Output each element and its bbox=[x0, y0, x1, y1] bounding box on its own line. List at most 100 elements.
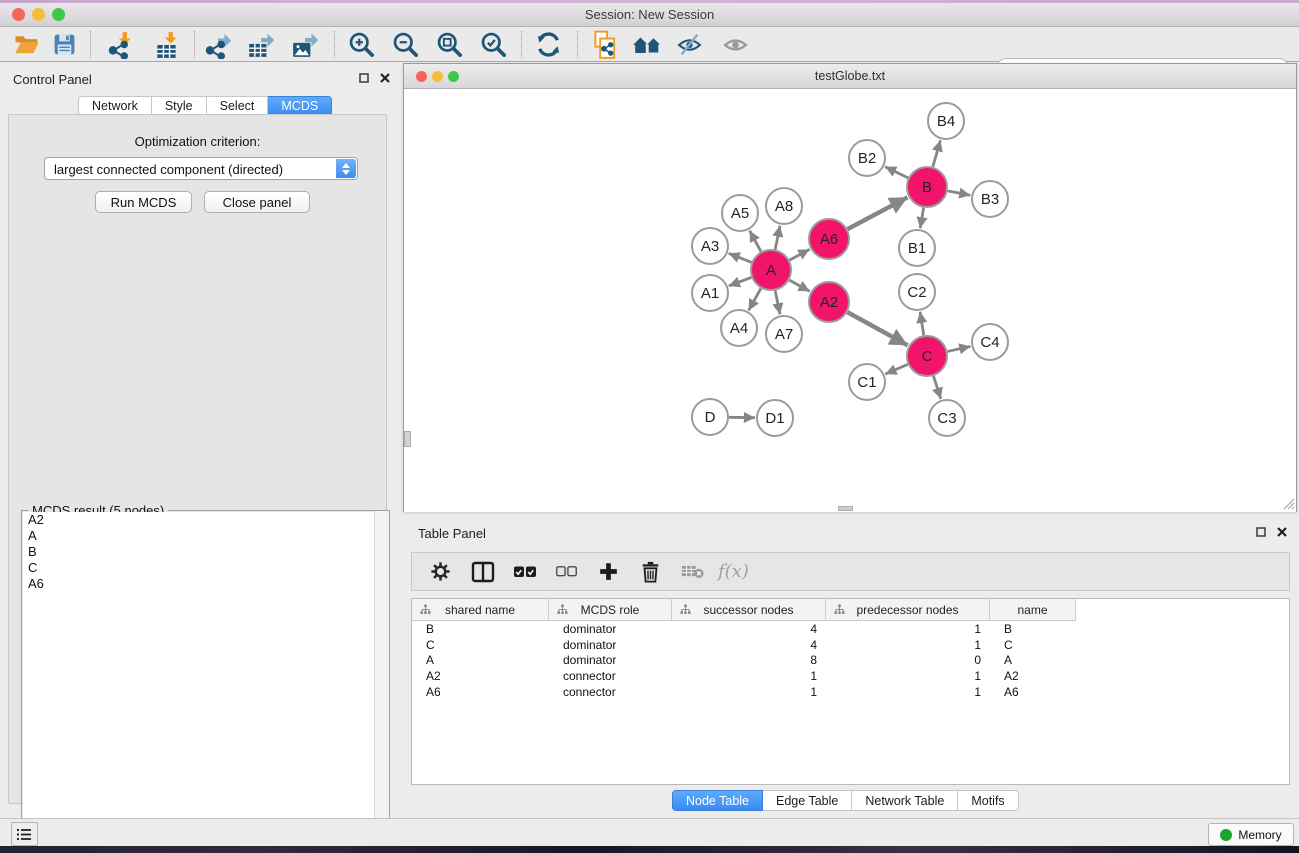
window-resize-handle[interactable] bbox=[1282, 497, 1295, 510]
column-header-MCDS-role[interactable]: MCDS role bbox=[549, 599, 672, 621]
graph-edge-B-B1[interactable] bbox=[920, 208, 923, 229]
export-image-button[interactable] bbox=[288, 30, 322, 59]
result-scrollbar[interactable] bbox=[374, 511, 389, 846]
graph-node-A5[interactable]: A5 bbox=[722, 195, 758, 231]
graph-node-D[interactable]: D bbox=[692, 399, 728, 435]
tab-edge-table[interactable]: Edge Table bbox=[763, 790, 852, 811]
graph-edge-A2-C[interactable] bbox=[847, 312, 907, 345]
zoom-selected-button[interactable] bbox=[476, 30, 510, 59]
table-row-A[interactable]: Adominator80A bbox=[412, 653, 1289, 669]
graph-edge-C-C1[interactable] bbox=[885, 364, 907, 374]
table-panel-close-button[interactable] bbox=[1275, 525, 1289, 539]
zoom-out-button[interactable] bbox=[388, 30, 422, 59]
export-network-button[interactable] bbox=[201, 30, 235, 59]
add-column-button[interactable] bbox=[595, 558, 622, 585]
network-vertical-scrollbar[interactable] bbox=[404, 431, 411, 447]
graph-edge-B-B2[interactable] bbox=[885, 167, 908, 178]
network-window-titlebar[interactable]: testGlobe.txt bbox=[404, 64, 1296, 89]
select-spinner-icon[interactable] bbox=[336, 159, 356, 178]
result-item-A6[interactable]: A6 bbox=[23, 576, 388, 592]
graph-edge-A-A6[interactable] bbox=[790, 249, 810, 260]
result-item-C[interactable]: C bbox=[23, 560, 388, 576]
export-table-button[interactable] bbox=[244, 30, 278, 59]
table-settings-button[interactable] bbox=[427, 558, 454, 585]
graph-node-C3[interactable]: C3 bbox=[929, 400, 965, 436]
run-mcds-button[interactable]: Run MCDS bbox=[95, 191, 192, 213]
table-row-C[interactable]: Cdominator41C bbox=[412, 638, 1289, 654]
graph-edge-A-A1[interactable] bbox=[729, 277, 752, 286]
delete-columns-button[interactable] bbox=[637, 558, 664, 585]
graph-node-B[interactable]: B bbox=[907, 167, 947, 207]
graph-edge-C-C2[interactable] bbox=[920, 312, 924, 335]
node-table[interactable]: shared nameMCDS rolesuccessor nodesprede… bbox=[411, 598, 1290, 785]
graph-node-A4[interactable]: A4 bbox=[721, 310, 757, 346]
zoom-in-button[interactable] bbox=[344, 30, 378, 59]
zoom-fit-button[interactable] bbox=[432, 30, 466, 59]
import-network-button[interactable] bbox=[104, 30, 138, 59]
graph-node-A1[interactable]: A1 bbox=[692, 275, 728, 311]
result-item-A[interactable]: A bbox=[23, 528, 388, 544]
memory-button[interactable]: Memory bbox=[1208, 823, 1294, 846]
graph-node-B2[interactable]: B2 bbox=[849, 140, 885, 176]
delete-table-button[interactable] bbox=[679, 558, 706, 585]
result-item-B[interactable]: B bbox=[23, 544, 388, 560]
save-session-button[interactable] bbox=[47, 30, 81, 59]
clone-network-button[interactable] bbox=[588, 30, 622, 59]
tab-network-table[interactable]: Network Table bbox=[852, 790, 958, 811]
graph-node-B1[interactable]: B1 bbox=[899, 230, 935, 266]
graph-node-A7[interactable]: A7 bbox=[766, 316, 802, 352]
column-header-successor-nodes[interactable]: successor nodes bbox=[672, 599, 826, 621]
graph-edge-B-B3[interactable] bbox=[948, 191, 971, 195]
network-graph[interactable]: B4B2BB3A8A5A6A3B1AC2A1A2A4A7C4CC1C3DD1 bbox=[404, 90, 1296, 512]
graph-node-C[interactable]: C bbox=[907, 336, 947, 376]
graph-node-C1[interactable]: C1 bbox=[849, 364, 885, 400]
tab-mcds[interactable]: MCDS bbox=[268, 96, 332, 116]
tab-network[interactable]: Network bbox=[78, 96, 152, 116]
column-header-predecessor-nodes[interactable]: predecessor nodes bbox=[826, 599, 990, 621]
graph-edge-A-A8[interactable] bbox=[775, 226, 780, 250]
unselect-all-columns-button[interactable] bbox=[553, 558, 580, 585]
first-neighbors-button[interactable] bbox=[630, 30, 664, 59]
graph-edge-A6-B[interactable] bbox=[848, 197, 908, 229]
graph-edge-B-B4[interactable] bbox=[933, 140, 941, 167]
graph-node-C2[interactable]: C2 bbox=[899, 274, 935, 310]
table-row-B[interactable]: Bdominator41B bbox=[412, 622, 1289, 638]
table-row-A2[interactable]: A2connector11A2 bbox=[412, 669, 1289, 685]
tab-style[interactable]: Style bbox=[152, 96, 207, 116]
split-panel-button[interactable] bbox=[469, 558, 496, 585]
open-session-button[interactable] bbox=[10, 30, 44, 59]
table-row-A6[interactable]: A6connector11A6 bbox=[412, 685, 1289, 701]
graph-node-A[interactable]: A bbox=[751, 250, 791, 290]
graph-edge-A-A3[interactable] bbox=[729, 253, 752, 262]
graph-edge-C-C3[interactable] bbox=[933, 376, 940, 399]
apply-function-button[interactable]: f(x) bbox=[718, 561, 749, 582]
graph-edge-A-A4[interactable] bbox=[749, 288, 761, 310]
network-canvas[interactable]: B4B2BB3A8A5A6A3B1AC2A1A2A4A7C4CC1C3DD1 bbox=[404, 90, 1296, 512]
tab-node-table[interactable]: Node Table bbox=[672, 790, 763, 811]
import-table-button[interactable] bbox=[150, 30, 184, 59]
control-panel-close-button[interactable] bbox=[378, 71, 392, 85]
network-horizontal-scrollbar[interactable] bbox=[838, 506, 853, 511]
refresh-view-button[interactable] bbox=[531, 30, 565, 59]
select-all-columns-button[interactable] bbox=[511, 558, 538, 585]
graph-node-A8[interactable]: A8 bbox=[766, 188, 802, 224]
show-all-button[interactable] bbox=[718, 30, 752, 59]
graph-node-A6[interactable]: A6 bbox=[809, 219, 849, 259]
column-header-name[interactable]: name bbox=[990, 599, 1076, 621]
graph-edge-C-C4[interactable] bbox=[947, 346, 970, 351]
graph-edge-A-A7[interactable] bbox=[775, 291, 780, 315]
tab-motifs[interactable]: Motifs bbox=[958, 790, 1018, 811]
hide-selected-button[interactable] bbox=[672, 30, 706, 59]
table-panel-float-button[interactable] bbox=[1254, 525, 1268, 539]
graph-node-C4[interactable]: C4 bbox=[972, 324, 1008, 360]
task-history-button[interactable] bbox=[11, 822, 38, 846]
graph-node-B4[interactable]: B4 bbox=[928, 103, 964, 139]
control-panel-float-button[interactable] bbox=[357, 71, 371, 85]
result-item-A2[interactable]: A2 bbox=[23, 512, 388, 528]
mcds-result-list[interactable]: A2ABCA6 bbox=[23, 512, 388, 845]
tab-select[interactable]: Select bbox=[207, 96, 269, 116]
close-panel-button[interactable]: Close panel bbox=[204, 191, 310, 213]
graph-node-B3[interactable]: B3 bbox=[972, 181, 1008, 217]
graph-node-D1[interactable]: D1 bbox=[757, 400, 793, 436]
criterion-select[interactable]: largest connected component (directed) bbox=[44, 157, 358, 180]
